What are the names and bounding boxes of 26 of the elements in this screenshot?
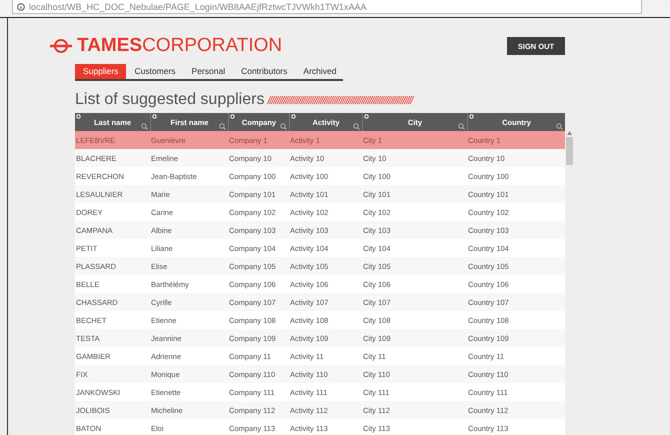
move-handle-icon[interactable] xyxy=(152,114,157,119)
logo-text: TAMESCORPORATION xyxy=(77,36,282,56)
tab[interactable]: Personal xyxy=(184,64,234,79)
move-handle-icon[interactable] xyxy=(230,114,235,119)
tab[interactable]: Archived xyxy=(295,64,344,79)
tab[interactable]: Contributors xyxy=(233,64,296,79)
move-handle-icon[interactable] xyxy=(469,114,474,119)
tab[interactable]: Customers xyxy=(126,64,184,79)
scrollbar-thumb[interactable] xyxy=(566,137,572,165)
logo-icon xyxy=(50,38,72,54)
zoom-icon[interactable] xyxy=(353,123,360,130)
move-handle-icon[interactable] xyxy=(76,114,81,119)
title-decoration: ////////////////////////////////////////////////////////////////////////// xyxy=(267,95,412,107)
zoom-icon[interactable] xyxy=(556,123,563,130)
zoom-icon[interactable] xyxy=(141,123,148,130)
info-icon xyxy=(17,2,25,10)
zoom-icon[interactable] xyxy=(280,123,287,130)
page-title: List of suggested suppliers xyxy=(75,91,264,109)
tab[interactable]: Suppliers xyxy=(75,64,126,79)
move-handle-icon[interactable] xyxy=(291,114,296,119)
zoom-icon[interactable] xyxy=(458,123,465,130)
zoom-icon[interactable] xyxy=(219,123,226,130)
url-text: localhost/WB_HC_DOC_Nebulae/PAGE_Login/WB8AAEjfRztwcTJVWkh1TW1xAAA xyxy=(29,2,366,12)
move-handle-icon[interactable] xyxy=(364,114,369,119)
address-bar[interactable]: localhost/WB_HC_DOC_Nebulae/PAGE_Login/WB8AAEjfRztwcTJVWkh1TW1xAAA xyxy=(12,0,642,14)
scroll-up-icon[interactable] xyxy=(566,131,572,135)
